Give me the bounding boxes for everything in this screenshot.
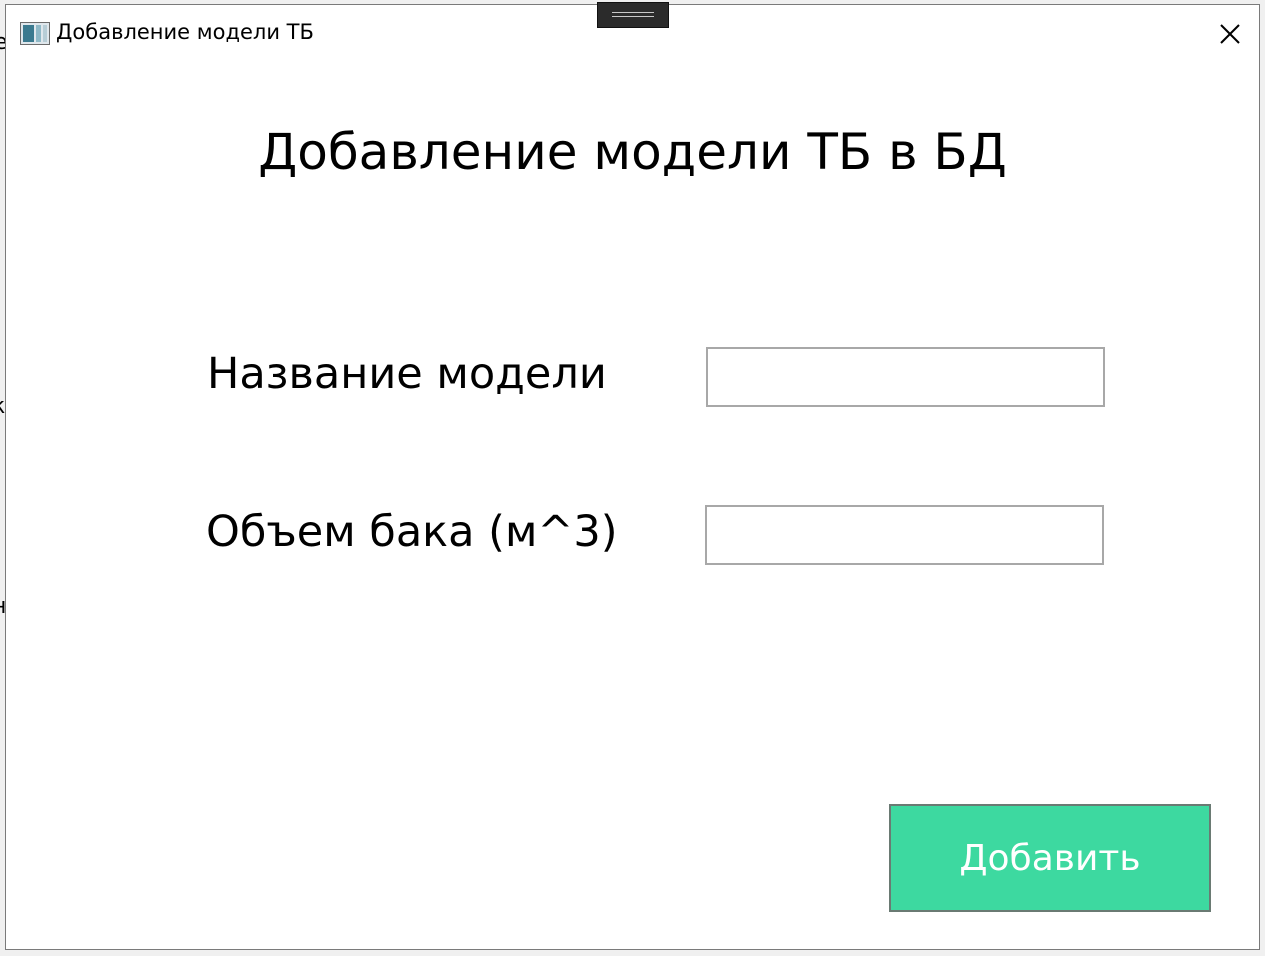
add-button[interactable]: Добавить bbox=[889, 804, 1211, 912]
tank-volume-label: Объем бака (м^3) bbox=[206, 507, 618, 557]
drag-handle-icon[interactable] bbox=[597, 2, 669, 28]
tank-volume-input[interactable] bbox=[705, 505, 1104, 565]
add-button-label: Добавить bbox=[959, 837, 1141, 879]
close-icon bbox=[1220, 24, 1240, 44]
close-button[interactable] bbox=[1215, 19, 1245, 49]
dialog-window: Добавление модели ТБ Добавление модели Т… bbox=[5, 2, 1260, 950]
title-bar[interactable]: Добавление модели ТБ bbox=[6, 2, 1259, 63]
model-name-input[interactable] bbox=[706, 347, 1105, 407]
window-title: Добавление модели ТБ bbox=[56, 20, 314, 44]
model-name-label: Название модели bbox=[207, 349, 607, 399]
form-heading: Добавление модели ТБ в БД bbox=[258, 123, 1007, 181]
app-window-icon bbox=[20, 22, 50, 45]
